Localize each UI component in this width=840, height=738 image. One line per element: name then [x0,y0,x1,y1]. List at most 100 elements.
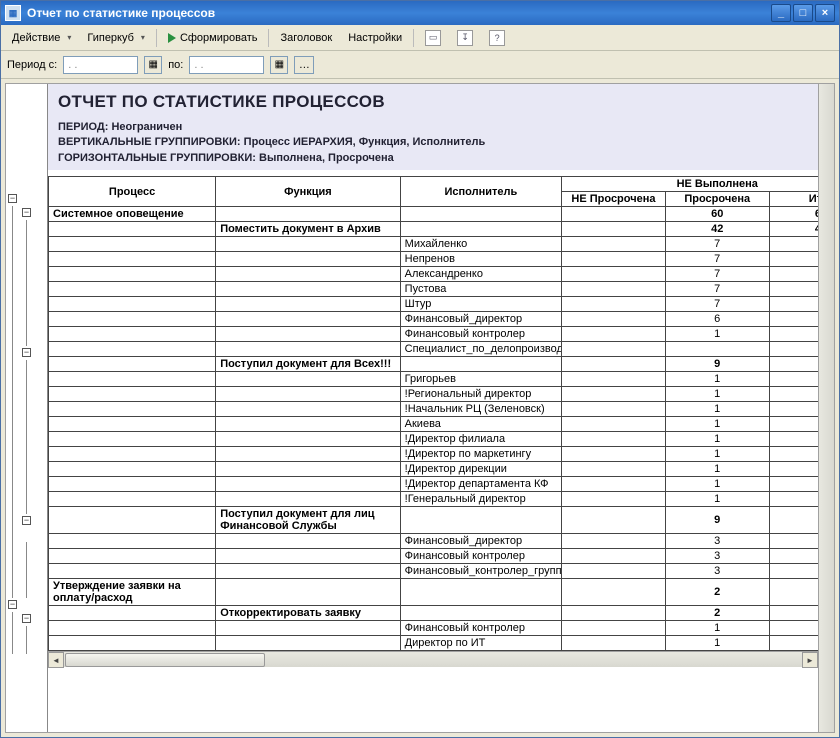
cell [562,207,666,222]
cell [216,297,400,312]
tree-node: − [6,514,47,542]
calendar-from-button[interactable]: ▦ [144,56,162,74]
cell: 1 [769,636,818,651]
collapse-icon[interactable]: − [22,348,31,357]
cell [49,621,216,636]
cell [562,621,666,636]
cell [49,357,216,372]
cell: 2 [769,606,818,621]
calendar-to-button[interactable]: ▦ [270,56,288,74]
cell: Директор по ИТ [400,636,561,651]
cell: Финансовый_директор [400,534,561,549]
tool-icon-2[interactable]: ↧ [450,27,480,49]
tree-node [6,360,47,374]
header-button[interactable]: Заголовок [273,29,339,47]
cell [400,579,561,606]
tree-node [6,542,47,556]
v-scrollbar[interactable] [818,84,834,732]
cell: 9 [665,507,769,534]
cell: Финансовый_директор [400,312,561,327]
table-row: Непренов77 [49,252,819,267]
cell: 3 [769,534,818,549]
cell [562,372,666,387]
cell [216,564,400,579]
help-button[interactable]: ? [482,27,512,49]
help-icon: ? [489,30,505,46]
table-row: Пустова77 [49,282,819,297]
cell: 1 [769,621,818,636]
table-row: Поместить документ в Архив4242 [49,222,819,237]
cell: Поступил документ для лиц Финансовой Слу… [216,507,400,534]
cell [562,507,666,534]
cell: 1 [665,621,769,636]
cell: 9 [665,357,769,372]
cell [49,372,216,387]
cell: 6 [665,312,769,327]
tree-gutter: −−−−−− [6,84,48,732]
period-to-input[interactable] [189,56,264,74]
scroll-right-button[interactable]: ► [802,652,818,668]
cell [49,492,216,507]
cell [216,549,400,564]
tree-node [6,416,47,430]
cell [49,417,216,432]
tool-icon-1[interactable]: ▭ [418,27,448,49]
content-area: −−−−−− ОТЧЕТ ПО СТАТИСТИКЕ ПРОЦЕССОВ ПЕР… [1,79,839,737]
cell: 7 [665,282,769,297]
cell: 7 [769,267,818,282]
cell: 3 [665,564,769,579]
cell [49,237,216,252]
cell [562,357,666,372]
table-row: Финансовый контролер11 [49,327,819,342]
cell [400,222,561,237]
h-scrollbar[interactable]: ◄ ► [48,651,818,667]
collapse-icon[interactable]: − [22,516,31,525]
tree-node [6,570,47,598]
generate-button[interactable]: Сформировать [161,29,265,47]
cell: 3 [665,534,769,549]
table-row: Специалист_по_делопроизводству [49,342,819,357]
tree-node [6,276,47,290]
tree-node [6,388,47,416]
cell [562,387,666,402]
play-icon [168,33,176,43]
scroll-left-button[interactable]: ◄ [48,652,64,668]
tree-node [6,290,47,304]
cell: 1 [769,372,818,387]
period-from-label: Период с: [7,59,57,71]
cell: Непренов [400,252,561,267]
table-row: Утверждение заявки на оплату/расход22 [49,579,819,606]
cell: 1 [769,432,818,447]
cell: !Генеральный директор [400,492,561,507]
cell [49,636,216,651]
hypercube-menu[interactable]: Гиперкуб [80,29,152,47]
period-from-input[interactable] [63,56,138,74]
cell [49,387,216,402]
collapse-icon[interactable]: − [8,600,17,609]
maximize-button[interactable]: □ [793,4,813,22]
tree-node [6,262,47,276]
cell: 3 [769,564,818,579]
minimize-button[interactable]: _ [771,4,791,22]
tree-node [6,500,47,514]
cell [216,477,400,492]
cell [562,534,666,549]
close-button[interactable]: × [815,4,835,22]
collapse-icon[interactable]: − [8,194,17,203]
tree-node [6,458,47,472]
cell [216,327,400,342]
collapse-icon[interactable]: − [22,208,31,217]
period-select-button[interactable]: … [294,56,314,74]
cell [562,432,666,447]
cell: !Директор дирекции [400,462,561,477]
action-menu[interactable]: Действие [5,29,78,47]
collapse-icon[interactable]: − [22,614,31,623]
settings-button[interactable]: Настройки [341,29,409,47]
col-function: Функция [216,177,400,207]
report-viewer: −−−−−− ОТЧЕТ ПО СТАТИСТИКЕ ПРОЦЕССОВ ПЕР… [5,83,835,733]
table-row: Системное оповещение6060 [49,207,819,222]
page-icon: ▭ [425,30,441,46]
cell: 1 [665,327,769,342]
scroll-thumb[interactable] [65,653,265,667]
cell [562,447,666,462]
